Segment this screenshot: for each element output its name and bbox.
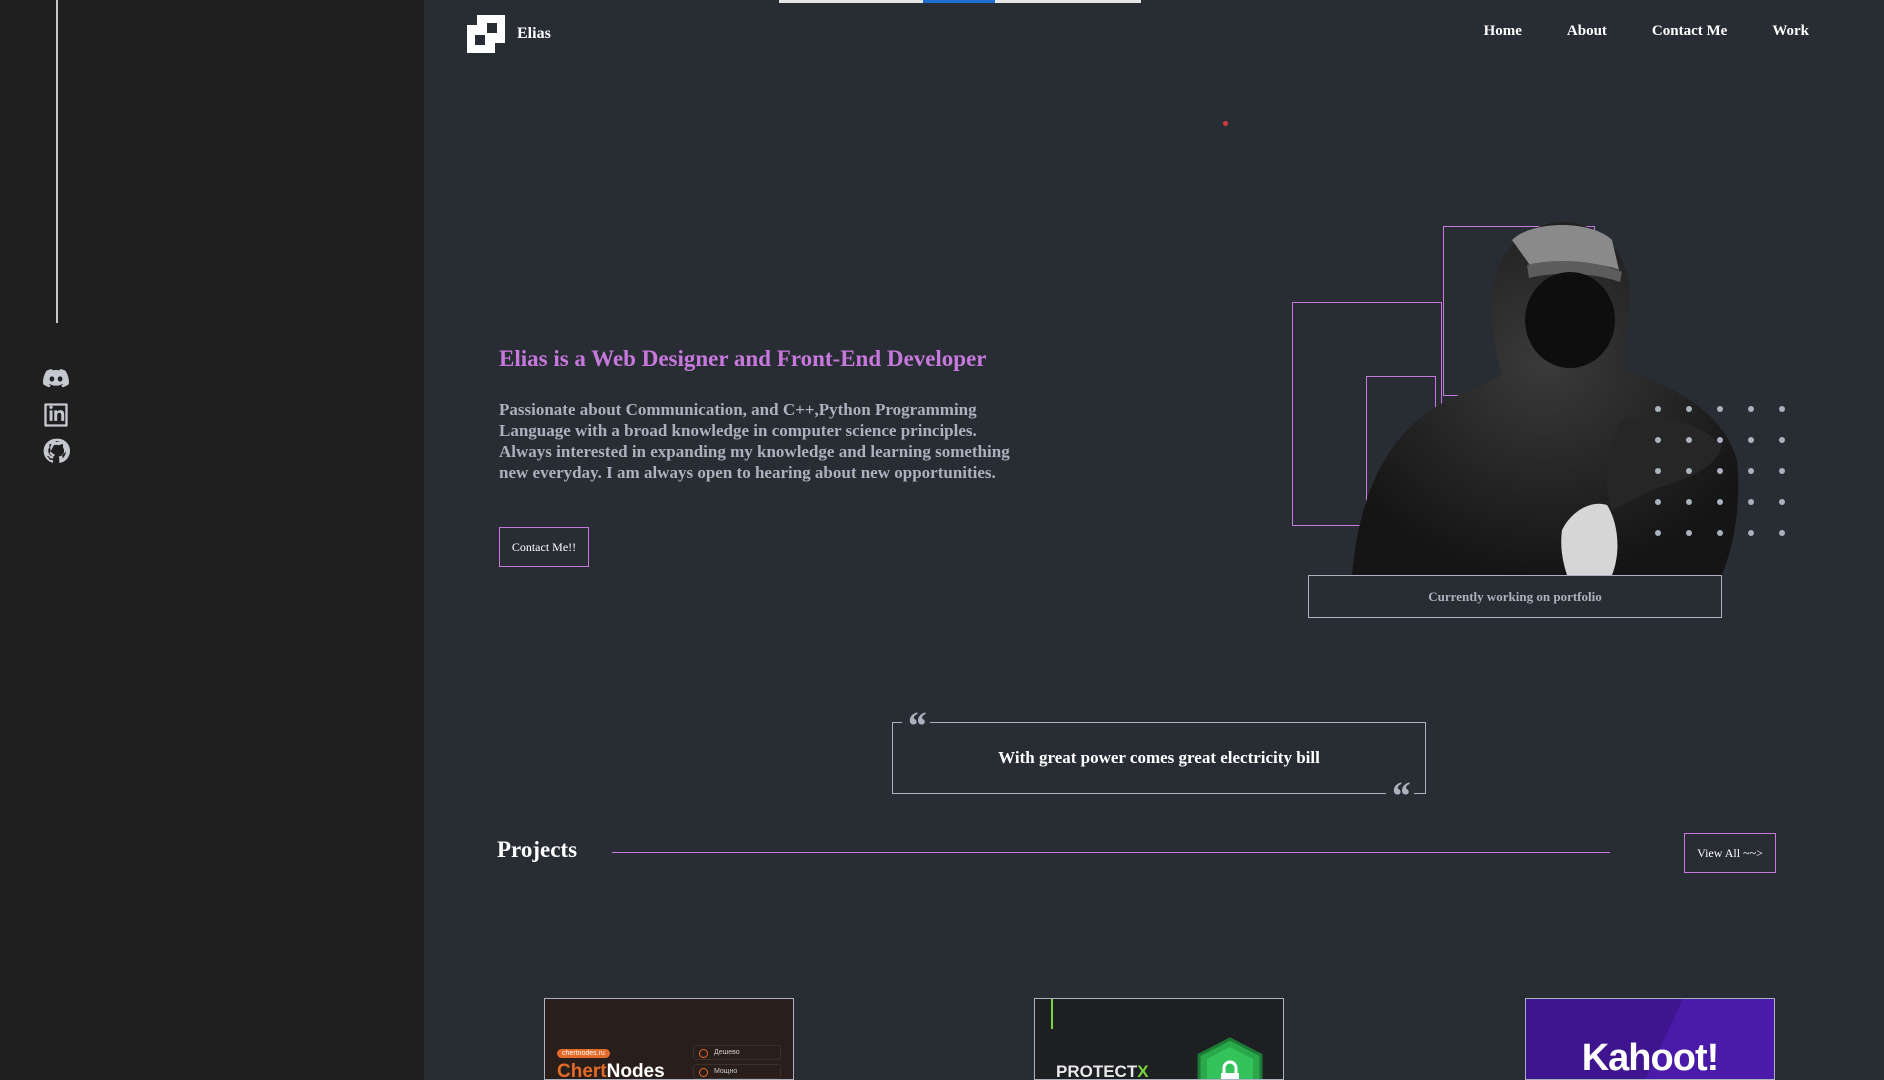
project-name: PROTECTX	[1056, 1062, 1149, 1080]
project-card-chertnodes[interactable]: chertnodes.ru ChertNodes Дешево Мощно	[544, 998, 794, 1080]
project-feature: Дешево	[693, 1045, 781, 1060]
quote-box: With great power comes great electricity…	[892, 722, 1426, 794]
shield-lock-icon	[1197, 1037, 1263, 1079]
project-name: Kahoot!	[1581, 1037, 1720, 1079]
project-feature: Мощно	[693, 1064, 781, 1079]
top-nav: Home About Contact Me Work	[1484, 23, 1809, 40]
left-sidebar	[0, 0, 424, 1080]
github-icon[interactable]	[41, 437, 71, 465]
hero-title: Elias is a Web Designer and Front-End De…	[499, 346, 987, 371]
top-progress-segment	[923, 0, 995, 3]
logo-mark-icon	[467, 15, 505, 53]
linkedin-icon[interactable]	[41, 401, 71, 429]
contact-me-button[interactable]: Contact Me!!	[499, 527, 589, 567]
project-card-protectx[interactable]: PROTECTX	[1034, 998, 1284, 1080]
sidebar-line	[56, 0, 58, 323]
nav-about[interactable]: About	[1567, 23, 1607, 40]
top-progress-strip	[779, 0, 1141, 3]
quote-close-icon: “	[1386, 776, 1414, 816]
brand-logo[interactable]: Elias	[467, 15, 551, 53]
project-name: ChertNodes	[557, 1061, 665, 1080]
project-feature-list: Дешево Мощно	[693, 1045, 781, 1079]
decor-corner	[1035, 999, 1053, 1029]
project-card-kahoot[interactable]: Kahoot!	[1525, 998, 1775, 1080]
nav-contact[interactable]: Contact Me	[1652, 23, 1727, 40]
discord-icon[interactable]	[41, 365, 71, 393]
nav-home[interactable]: Home	[1484, 23, 1522, 40]
projects-divider	[612, 852, 1610, 853]
view-all-button[interactable]: View All ~~>	[1684, 833, 1776, 873]
cursor-dot	[1223, 121, 1228, 126]
brand-name: Elias	[517, 25, 551, 42]
decor-dot-grid	[1655, 406, 1785, 536]
status-box: Currently working on portfolio	[1308, 575, 1722, 618]
projects-heading: Projects	[497, 837, 578, 862]
quote-text: With great power comes great electricity…	[998, 748, 1320, 767]
social-links	[41, 365, 71, 465]
nav-work[interactable]: Work	[1772, 23, 1809, 40]
hero-description: Passionate about Communication, and C++,…	[499, 400, 1010, 482]
project-badge: chertnodes.ru	[557, 1049, 610, 1058]
quote-open-icon: “	[902, 706, 930, 746]
